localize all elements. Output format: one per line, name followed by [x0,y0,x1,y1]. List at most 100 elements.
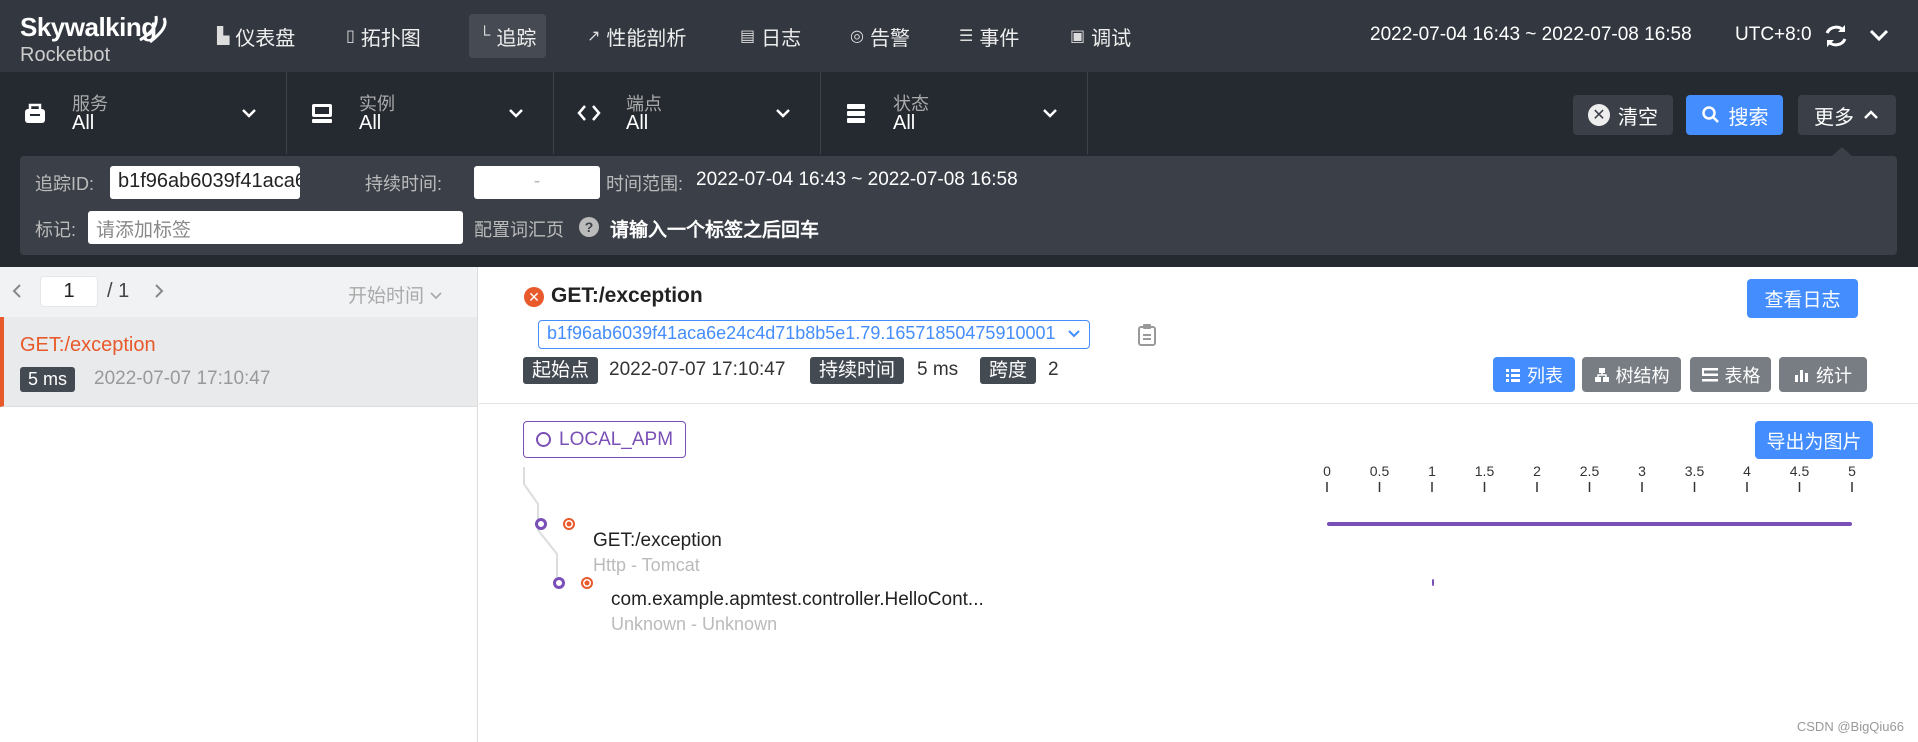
nav-topology[interactable]: ▯ 拓扑图 [336,14,431,58]
nav-label: 仪表盘 [235,27,296,50]
more-label: 更多 [1814,106,1854,129]
chevron-down-icon [1068,330,1080,338]
tags-input[interactable]: 请添加标签 [88,211,463,244]
trace-id-select[interactable]: b1f96ab6039f41aca6e24c4d71b8b5e1.79.1657… [538,320,1090,349]
nav-label: 日志 [761,27,802,50]
top-navbar: Skywalking Rocketbot ▙ 仪表盘 ▯ 拓扑图 └ 追踪 ↗ … [0,0,1918,72]
service-tag-label: LOCAL_APM [559,428,674,450]
duration-value: 5 ms [917,359,959,380]
nav-dashboard[interactable]: ▙ 仪表盘 [207,14,305,58]
span-component: Http - Tomcat [593,555,700,575]
trace-icon: └ [479,27,491,44]
span-name[interactable]: GET:/exception [593,530,722,552]
duration-label: 持续时间: [365,174,443,194]
instance-icon [312,104,332,123]
scale-tick-label: 0.5 [1370,463,1390,479]
vocab-link[interactable]: 配置词汇页 [474,216,564,242]
search-label: 搜索 [1728,106,1769,129]
service-select[interactable]: 服务 All [0,72,287,154]
scale-tick-label: 3.5 [1685,463,1705,479]
chevron-down-icon [776,109,790,118]
nav-debug[interactable]: ▣ 调试 [1060,14,1141,58]
span-status-dot [584,580,590,586]
reload-icon[interactable] [1822,22,1850,50]
span-duration-bar[interactable] [1327,522,1852,526]
trace-list-pane: 1 / 1 开始时间 GET:/exception 5 ms 2022-07-0… [0,267,478,742]
nav-label: 拓扑图 [360,27,421,50]
alarm-icon: ◎ [850,28,864,45]
trace-start-time: 2022-07-07 17:10:47 [94,368,271,389]
export-image-button[interactable]: 导出为图片 [1755,421,1873,459]
tags-label: 标记: [35,220,77,240]
view-label: 树结构 [1615,365,1670,386]
trace-detail: ✕ GET:/exception 查看日志 b1f96ab6039f41aca6… [479,267,1918,742]
more-button[interactable]: 更多 [1798,95,1896,135]
nav-label: 调试 [1091,27,1132,50]
profile-icon: ↗ [587,28,601,45]
chevron-down-icon [242,109,256,118]
nav-alarm[interactable]: ◎ 告警 [840,14,920,58]
code-icon [577,105,601,121]
view-label: 表格 [1724,365,1761,386]
instance-select[interactable]: 实例 All [287,72,554,154]
service-tag[interactable]: LOCAL_APM [523,421,687,458]
header-time-range[interactable]: 2022-07-04 16:43 ~ 2022-07-08 16:58 [1370,24,1692,46]
trace-title: GET:/exception [551,284,703,307]
nav-label: 告警 [869,27,910,50]
view-logs-button[interactable]: 查看日志 [1747,279,1858,318]
trace-id-label: 追踪ID: [35,174,95,194]
span-component: Unknown - Unknown [611,614,778,634]
list-icon [1506,368,1520,382]
close-icon: ✕ [1588,104,1610,126]
duration-badge: 5 ms [20,367,76,392]
debug-icon: ▣ [1070,28,1086,45]
clear-button[interactable]: ✕ 清空 [1573,95,1673,135]
view-tree-button[interactable]: 树结构 [1582,357,1681,392]
span-node [553,577,565,589]
clipboard-icon[interactable] [1137,323,1157,347]
dashboard-icon: ▙ [217,28,230,45]
scale-tick-label: 3 [1638,463,1646,479]
service-icon [25,103,45,123]
nav-event[interactable]: ☰ 事件 [949,14,1029,58]
skywalking-logo[interactable]: Skywalking Rocketbot [20,12,170,66]
chevron-left-icon[interactable] [10,281,24,301]
chevron-down-icon [430,292,442,300]
sort-select[interactable]: 开始时间 [348,281,443,308]
duration-input[interactable]: - [474,166,600,199]
nav-trace[interactable]: └ 追踪 [469,14,547,58]
search-button[interactable]: 搜索 [1686,95,1783,135]
view-table-button[interactable]: 表格 [1690,357,1771,392]
view-stats-button[interactable]: 统计 [1779,357,1867,392]
pagination: 1 / 1 开始时间 [0,267,477,317]
sort-label: 开始时间 [348,286,425,307]
nav-log[interactable]: ▤ 日志 [730,14,811,58]
tree-icon [1594,367,1609,382]
chevron-down-icon [1043,109,1057,118]
nav-profile[interactable]: ↗ 性能剖析 [577,14,696,58]
chevron-down-icon[interactable] [1866,22,1892,48]
logo-subtitle: Rocketbot [20,44,111,66]
view-list-button[interactable]: 列表 [1493,357,1575,392]
nav-label: 性能剖析 [606,27,687,50]
advanced-filter-panel: 追踪ID: b1f96ab6039f41aca6e2 持续时间: - 时间范围:… [20,156,1897,255]
help-icon[interactable]: ? [579,217,599,237]
select-value: All [893,112,916,134]
status-select[interactable]: 状态 All [821,72,1088,154]
span-count-tag: 跨度 [980,357,1037,384]
chevron-right-icon[interactable] [152,281,166,301]
search-icon [1701,106,1719,123]
scale-tick-label: 0 [1323,463,1331,479]
scale-tick-label: 1.5 [1475,463,1495,479]
span-name[interactable]: com.example.apmtest.controller.HelloCont… [611,589,984,611]
page-input[interactable]: 1 [40,276,98,307]
endpoint-select[interactable]: 端点 All [554,72,821,154]
trace-id-value: b1f96ab6039f41aca6e24c4d71b8b5e1.79.1657… [547,323,1056,343]
select-value: All [359,112,382,134]
span-duration-bar[interactable] [1432,579,1434,586]
view-label: 列表 [1527,365,1563,386]
trace-id-input[interactable]: b1f96ab6039f41aca6e2 [110,166,300,199]
timezone-label[interactable]: UTC+8:0 [1735,24,1812,46]
select-value: All [626,112,649,134]
trace-list-item[interactable]: GET:/exception 5 ms 2022-07-07 17:10:47 [0,317,477,407]
